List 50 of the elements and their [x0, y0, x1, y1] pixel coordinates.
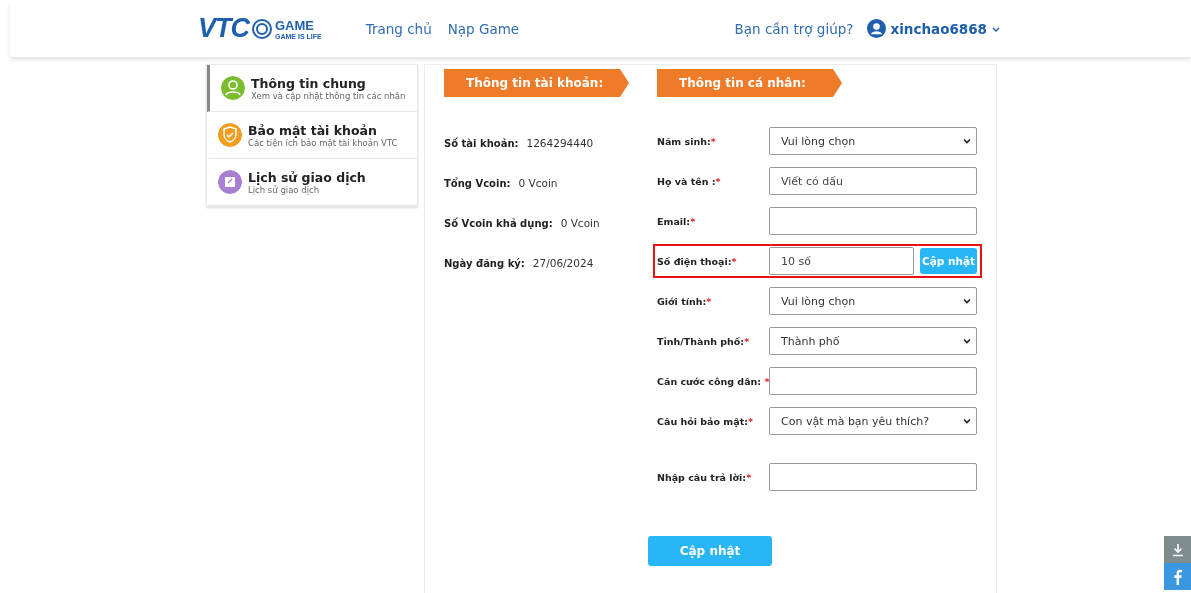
input-field[interactable] — [769, 367, 977, 395]
caret-icon — [962, 416, 972, 426]
section-heading: Thông tin cá nhân: — [657, 69, 842, 97]
field-label: Nhập câu trả lời:* — [657, 471, 753, 483]
item-title: Bảo mật tài khoản — [248, 122, 378, 138]
field-value: 27/06/2024 — [532, 257, 594, 269]
field-label: Số điện thoại:* — [657, 255, 738, 267]
item-title: Thông tin chung — [251, 75, 367, 91]
sidebar-item[interactable]: Lịch sử giao dịch Lịch sử giao dịch — [207, 159, 417, 206]
item-subtitle: Các tiện ích bảo mật tài khoản VTC — [248, 137, 398, 148]
select-field[interactable]: Thành phố — [769, 327, 977, 355]
input-field[interactable] — [769, 463, 977, 491]
field-label: Số Vcoin khả dụng: — [444, 217, 553, 229]
nav-link[interactable]: Trang chủ — [365, 20, 432, 37]
help-link[interactable]: Bạn cần trợ giúp? — [734, 20, 854, 37]
caret-icon — [962, 336, 972, 346]
item-subtitle: Xem và cập nhật thông tin các nhân — [251, 90, 406, 101]
field-label: Tổng Vcoin: — [444, 177, 511, 189]
field-value: 1264294440 — [526, 137, 594, 149]
sidebar-item[interactable]: Thông tin chung Xem và cập nhật thông tin các nhân — [207, 65, 417, 112]
field-label: Họ và tên :* — [657, 175, 722, 187]
field-label: Căn cước công dân: * — [657, 375, 769, 387]
select-field[interactable]: Con vật mà bạn yêu thích? — [769, 407, 977, 435]
item-title: Lịch sử giao dịch — [248, 169, 366, 185]
select-field[interactable]: Vui lòng chọn — [769, 287, 977, 315]
input-field[interactable]: Viết có dấu — [769, 167, 977, 195]
select-field[interactable]: Vui lòng chọn — [769, 127, 977, 155]
field-label: Năm sinh:* — [657, 135, 717, 147]
download-button[interactable] — [1164, 536, 1191, 563]
item-subtitle: Lịch sử giao dịch — [248, 184, 320, 195]
facebook-icon — [1172, 568, 1183, 585]
field-label: Số tài khoản: — [444, 137, 519, 149]
section-heading: Thông tin tài khoản: — [444, 69, 629, 97]
download-icon — [1170, 542, 1185, 557]
sidebar-item[interactable]: Bảo mật tài khoản Các tiện ích bảo mật tài khoản VTC — [207, 112, 417, 159]
field-label: Giới tính:* — [657, 295, 713, 307]
field-label: Ngày đăng ký: — [444, 257, 525, 269]
username[interactable]: xinchao6868 — [890, 20, 987, 37]
field-value: 0 Vcoin — [518, 177, 558, 189]
input-field[interactable]: 10 số — [769, 247, 914, 275]
field-label: Email:* — [657, 215, 697, 227]
input-field[interactable] — [769, 207, 977, 235]
nav-link[interactable]: Nạp Game — [447, 20, 520, 37]
field-value: 0 Vcoin — [560, 217, 600, 229]
facebook-button[interactable] — [1164, 563, 1191, 590]
user-avatar-icon[interactable] — [867, 19, 887, 38]
field-label: Tỉnh/Thành phố:* — [657, 335, 751, 347]
caret-icon — [962, 296, 972, 306]
caret-icon — [962, 136, 972, 146]
field-label: Câu hỏi bảo mật:* — [657, 415, 754, 427]
